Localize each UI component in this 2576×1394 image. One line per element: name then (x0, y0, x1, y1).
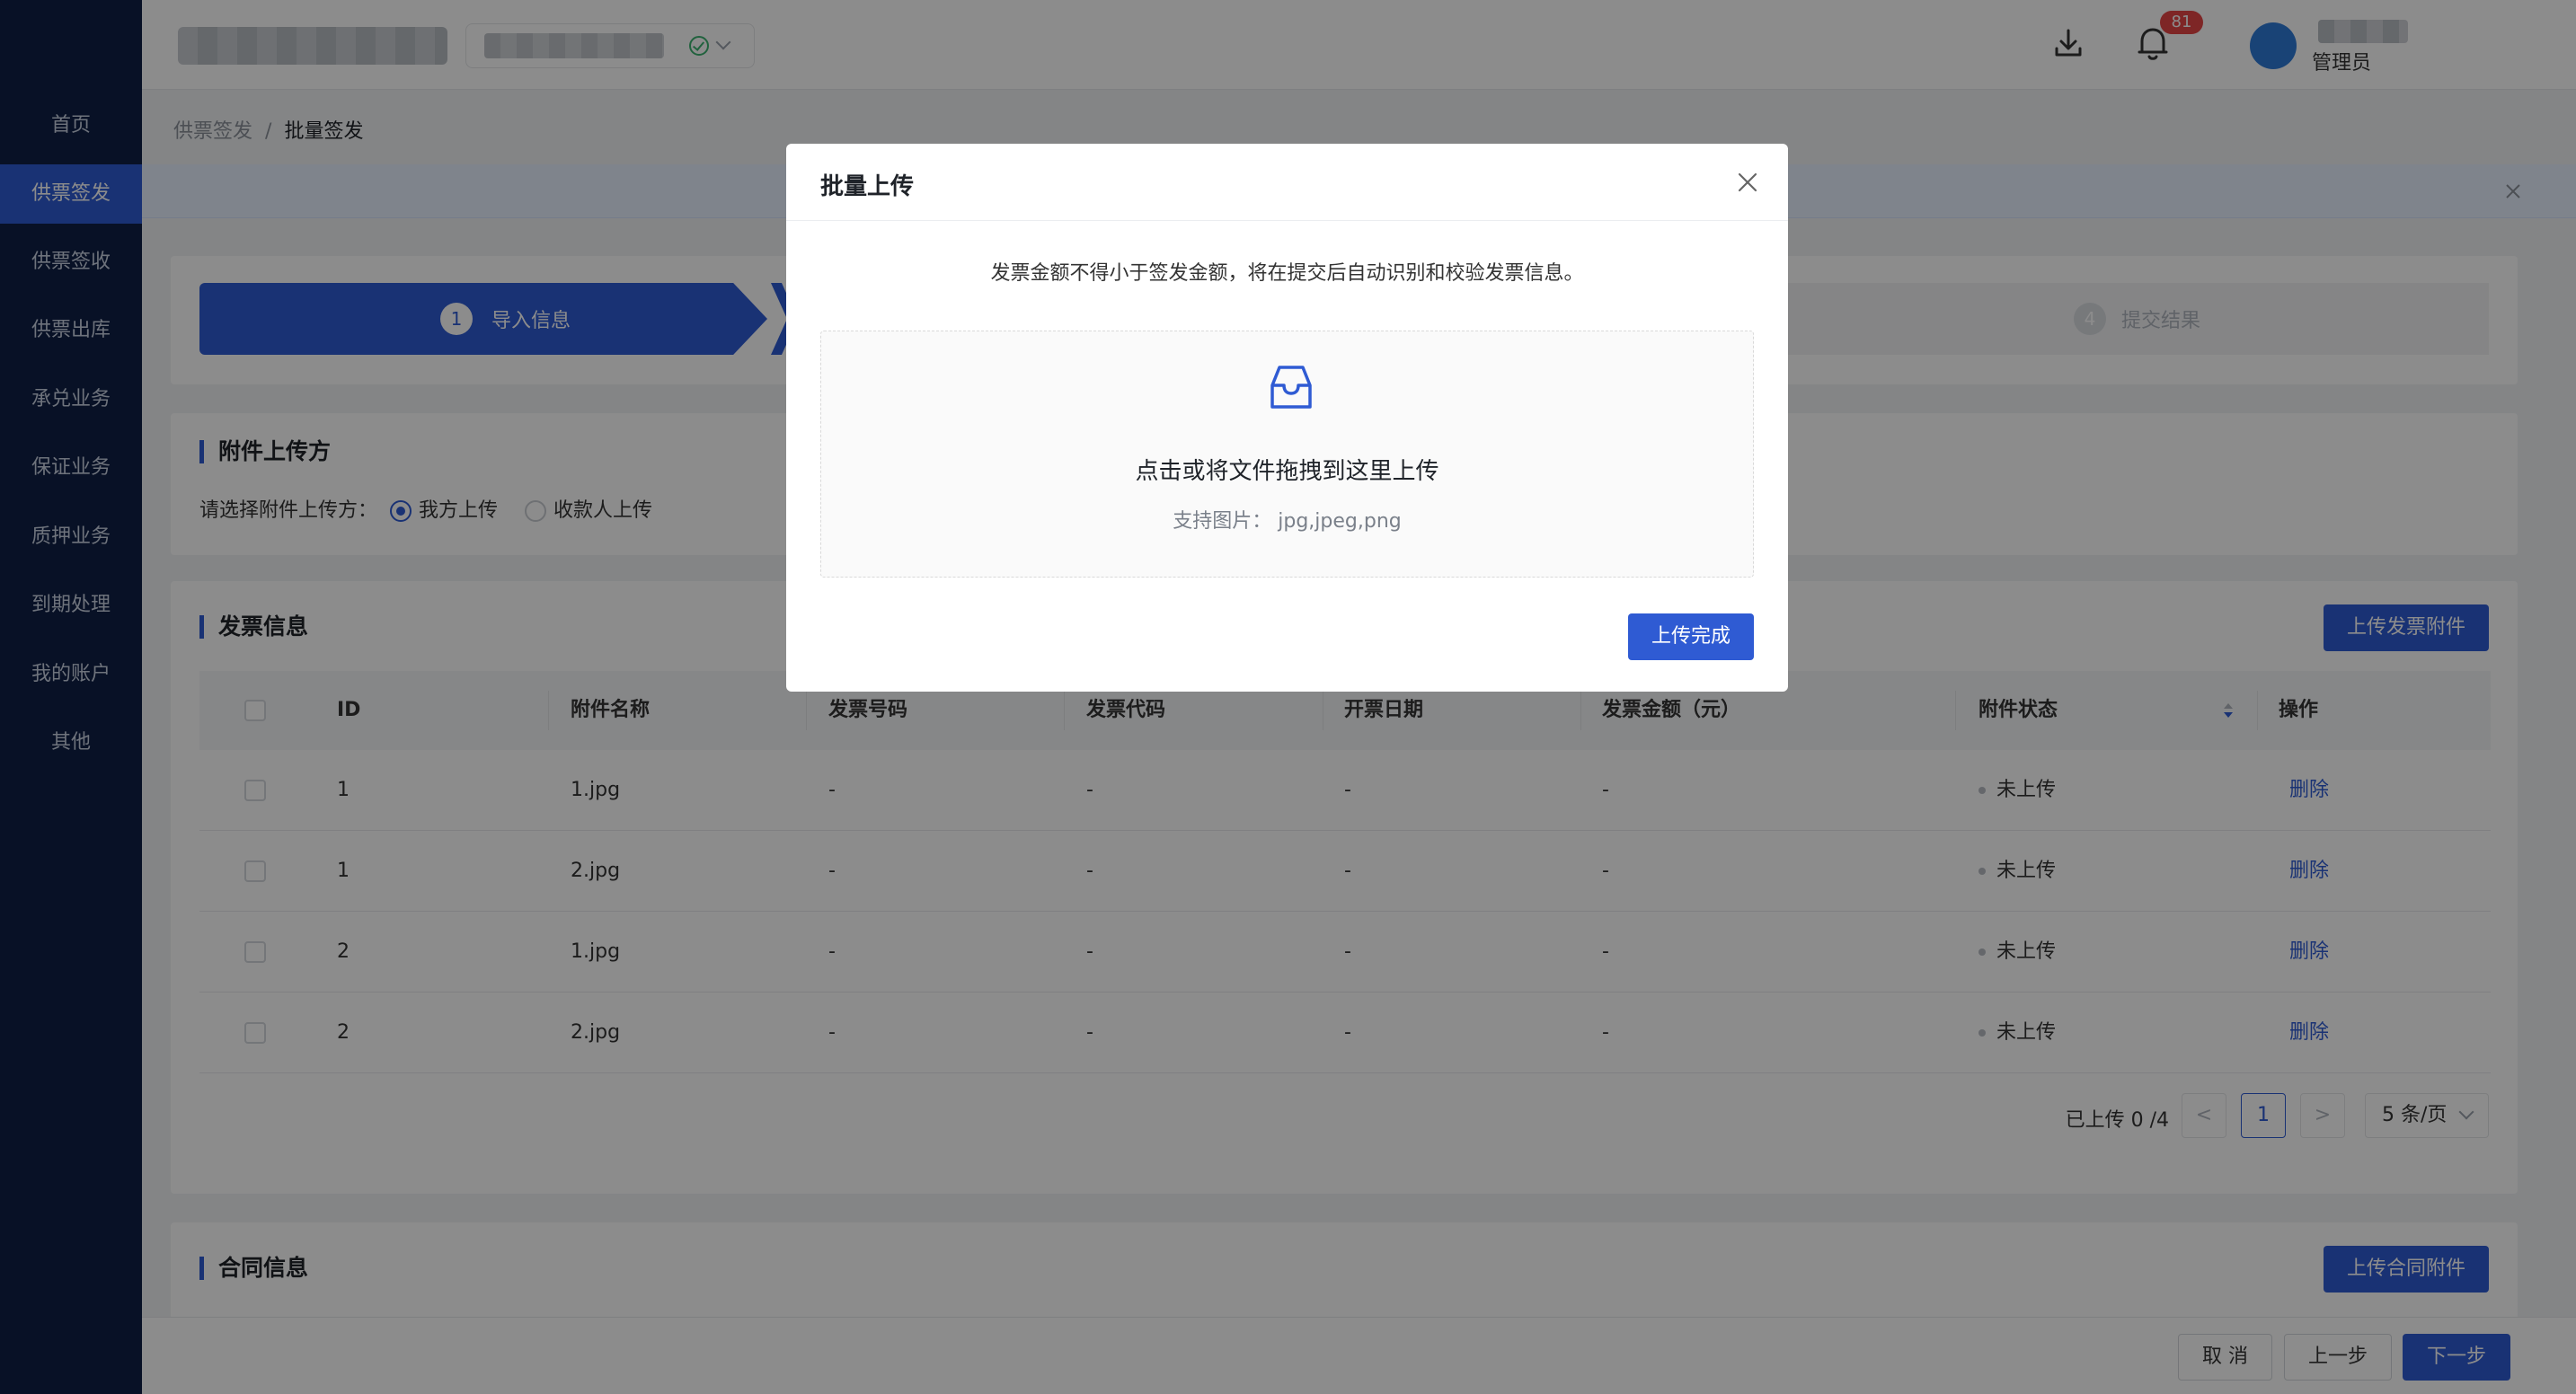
batch-upload-modal: 批量上传 发票金额不得小于签发金额，将在提交后自动识别和校验发票信息。 点击或将… (786, 144, 1788, 692)
dropzone-hint: 支持图片： jpg,jpeg,png (1173, 510, 1402, 533)
file-dropzone[interactable]: 点击或将文件拖拽到这里上传 支持图片： jpg,jpeg,png (820, 331, 1754, 578)
close-icon[interactable] (1734, 169, 1761, 196)
modal-title: 批量上传 (820, 173, 915, 200)
inbox-icon (1270, 366, 1312, 409)
modal-header: 批量上传 (786, 144, 1788, 221)
upload-complete-button[interactable]: 上传完成 (1628, 613, 1755, 660)
modal-tip: 发票金额不得小于签发金额，将在提交后自动识别和校验发票信息。 (990, 262, 1584, 285)
dropzone-text: 点击或将文件拖拽到这里上传 (1135, 458, 1439, 485)
